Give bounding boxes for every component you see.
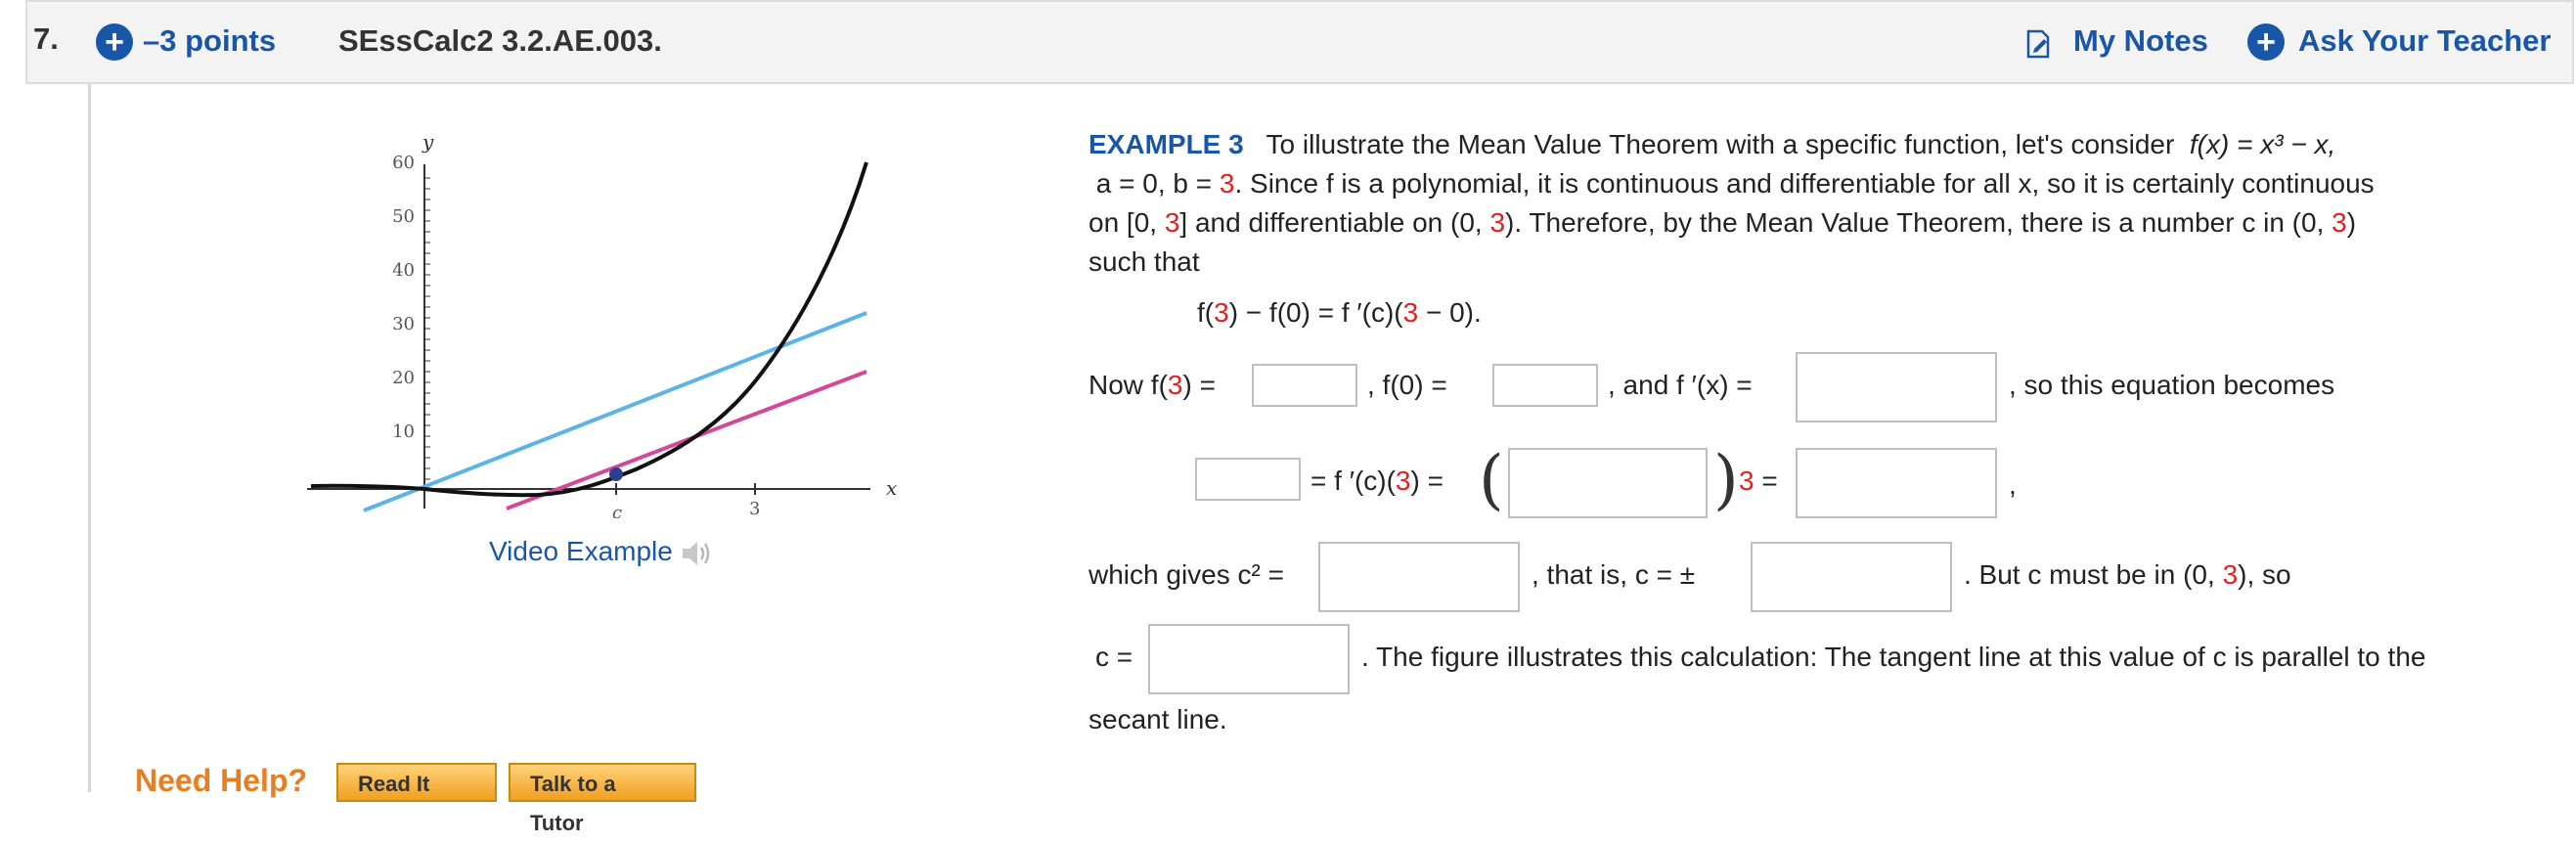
example-text: = f ′(c)( — [1310, 466, 1396, 496]
speaker-icon — [682, 541, 709, 565]
example-intro: To illustrate the Mean Value Theorem wit… — [1266, 129, 2175, 159]
c-value-input[interactable] — [1148, 624, 1350, 694]
c-must-be-label: . But c must be in (0, 3), so — [1964, 559, 2291, 591]
f0-label: , f(0) = — [1367, 370, 1447, 400]
example-red-value: 3 — [1395, 466, 1411, 496]
points-plus-icon[interactable]: + — [96, 23, 133, 61]
tangent-point — [609, 467, 623, 481]
figure-explanation: . The figure illustrates this calculatio… — [1361, 642, 2426, 672]
video-example-link[interactable]: Video Example — [489, 536, 714, 568]
fc3-result-label: 3 = — [1739, 466, 1778, 497]
example-red-value: 3 — [1402, 297, 1419, 328]
video-example-label: Video Example — [489, 536, 673, 566]
rhs-input[interactable] — [1796, 448, 1997, 518]
example-text: = — [1754, 466, 1778, 496]
example-label: EXAMPLE 3 — [1088, 129, 1244, 159]
y-tick-label: 50 — [392, 206, 415, 227]
example-text: on [0, — [1088, 207, 1165, 238]
y-tick-label: 20 — [392, 368, 415, 388]
lhs-input[interactable] — [1195, 458, 1301, 501]
fc3-inner-input[interactable] — [1508, 448, 1708, 518]
example-line-3: on [0, 3] and differentiable on (0, 3). … — [1088, 207, 2356, 239]
example-text: Now f( — [1088, 370, 1168, 400]
example-red-value: 3 — [1489, 207, 1506, 238]
ask-teacher-link[interactable]: Ask Your Teacher — [2298, 23, 2551, 59]
example-text: ) − f(0) = f ′(c)( — [1228, 297, 1403, 328]
now-label: Now f(3) = — [1088, 370, 1216, 401]
points-link[interactable]: –3 points — [143, 23, 276, 59]
example-line-1: EXAMPLE 3 To illustrate the Mean Value T… — [1088, 129, 2335, 160]
example-red-value: 3 — [1164, 207, 1180, 238]
ask-teacher-plus-icon[interactable]: + — [2247, 23, 2285, 61]
c-squared-input[interactable] — [1318, 542, 1520, 612]
equation-becomes-label: , so this equation becomes — [2009, 370, 2335, 400]
need-help-label: Need Help? — [135, 763, 308, 798]
question-number: 7. — [33, 22, 59, 56]
question-header: 7. + –3 points SEssCalc2 3.2.AE.003. My … — [25, 0, 2574, 84]
example-text: ), so — [2238, 559, 2291, 590]
c-pm-input[interactable] — [1751, 542, 1952, 612]
left-paren: ( — [1479, 442, 1504, 517]
example-red-value: 3 — [1167, 370, 1183, 400]
y-axis-label: y — [422, 130, 434, 154]
question-id: SEssCalc2 3.2.AE.003. — [338, 23, 662, 58]
example-red-value: 3 — [1739, 466, 1754, 496]
comma-text: , — [2009, 469, 2017, 500]
y-tick-label: 40 — [392, 260, 415, 281]
example-text: ) = — [1182, 370, 1216, 400]
my-notes-link[interactable]: My Notes — [2073, 23, 2208, 59]
example-text: . Since f is a polynomial, it is continu… — [1234, 168, 2375, 199]
y-tick-label: 30 — [392, 314, 415, 334]
example-red-value: 3 — [2332, 207, 2347, 238]
example-line-4: such that — [1088, 246, 1200, 277]
which-gives-label: which gives c² = — [1088, 559, 1284, 590]
f3-input[interactable] — [1252, 364, 1357, 407]
example-text: ) = — [1410, 466, 1443, 496]
fprime-input[interactable] — [1796, 352, 1997, 422]
secant-line-text: secant line. — [1088, 704, 1227, 734]
x-tick-label-c: c — [612, 503, 622, 518]
example-text: ] and differentiable on (0, — [1179, 207, 1490, 238]
example-red-value: 3 — [1219, 168, 1235, 199]
fc-label: = f ′(c)(3) = — [1310, 466, 1443, 497]
x-tick-label-3: 3 — [749, 499, 760, 518]
mvt-graph: y x 10 20 30 40 50 60 c 3 — [307, 130, 897, 518]
y-tick-label: 10 — [392, 422, 415, 442]
talk-to-tutor-button[interactable]: Talk to a Tutor — [509, 763, 696, 835]
f0-input[interactable] — [1492, 364, 1598, 407]
example-text: f( — [1197, 297, 1215, 328]
x-axis-label: x — [886, 476, 897, 500]
c-equals-label: c = — [1095, 642, 1133, 672]
mvt-equation: f(3) − f(0) = f ′(c)(3 − 0). — [1197, 297, 1482, 329]
notes-icon[interactable] — [2026, 29, 2052, 59]
example-red-value: 3 — [2222, 559, 2239, 590]
example-text: . But c must be in (0, — [1964, 559, 2223, 590]
example-text: ) — [2346, 207, 2357, 238]
example-text: − 0). — [1418, 297, 1482, 328]
example-function: f(x) = x³ − x, — [2189, 129, 2336, 159]
right-paren: ) — [1713, 442, 1739, 517]
example-text: ). Therefore, by the Mean Value Theorem,… — [1505, 207, 2332, 238]
that-is-label: , that is, c = ± — [1532, 559, 1696, 590]
example-line-2: a = 0, b = 3. Since f is a polynomial, i… — [1088, 168, 2375, 200]
fprime-label: , and f ′(x) = — [1608, 370, 1753, 400]
y-tick-label: 60 — [392, 153, 415, 173]
read-it-button[interactable]: Read It — [336, 763, 497, 802]
example-text: a = 0, b = — [1095, 168, 1220, 199]
example-red-value: 3 — [1214, 297, 1229, 328]
